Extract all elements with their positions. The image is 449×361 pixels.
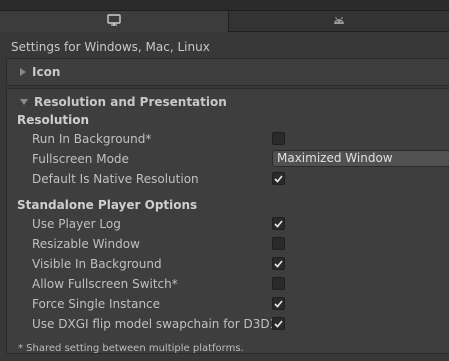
dxgi-flip-model-checkbox[interactable] [272,317,285,330]
resizable-window-label: Resizable Window [32,237,140,251]
run-in-background-label: Run In Background* [32,132,152,146]
settings-for-label: Settings for Windows, Mac, Linux [11,40,210,54]
resolution-heading: Resolution [17,113,90,127]
resolution-presentation-title: Resolution and Presentation [34,95,227,109]
use-player-log-checkbox[interactable] [272,217,285,230]
allow-fullscreen-switch-label: Allow Fullscreen Switch* [32,277,178,291]
default-native-resolution-checkbox[interactable] [272,172,285,185]
icon-foldout: Icon [6,58,449,86]
checkmark-icon [274,219,283,228]
visible-in-background-label: Visible In Background [32,257,162,271]
chevron-down-icon [20,99,28,105]
dxgi-flip-model-label: Use DXGI flip model swapchain for D3D11 [32,317,285,331]
fullscreen-mode-dropdown[interactable]: Maximized Window [272,150,449,167]
shared-setting-footnote: * Shared setting between multiple platfo… [18,343,244,354]
chevron-right-icon [20,68,26,76]
use-player-log-label: Use Player Log [32,217,121,231]
run-in-background-checkbox[interactable] [272,132,285,145]
checkmark-icon [274,299,283,308]
resolution-presentation-header[interactable]: Resolution and Presentation [7,89,227,115]
force-single-instance-label: Force Single Instance [32,297,161,311]
icon-foldout-title: Icon [32,65,61,79]
icon-foldout-header[interactable]: Icon [7,59,60,85]
checkmark-icon [274,174,283,183]
tab-standalone-platform[interactable] [0,10,229,32]
fullscreen-mode-label: Fullscreen Mode [32,152,129,166]
standalone-player-options-heading: Standalone Player Options [17,198,198,212]
checkmark-icon [274,259,283,268]
platform-tab-bar [0,0,449,32]
default-native-resolution-label: Default Is Native Resolution [32,172,199,186]
allow-fullscreen-switch-checkbox[interactable] [272,277,285,290]
visible-in-background-checkbox[interactable] [272,257,285,270]
checkmark-icon [274,319,283,328]
force-single-instance-checkbox[interactable] [272,297,285,310]
monitor-icon [107,14,121,29]
tab-android-platform[interactable] [229,10,449,32]
resizable-window-checkbox[interactable] [272,237,285,250]
android-icon [332,14,346,28]
